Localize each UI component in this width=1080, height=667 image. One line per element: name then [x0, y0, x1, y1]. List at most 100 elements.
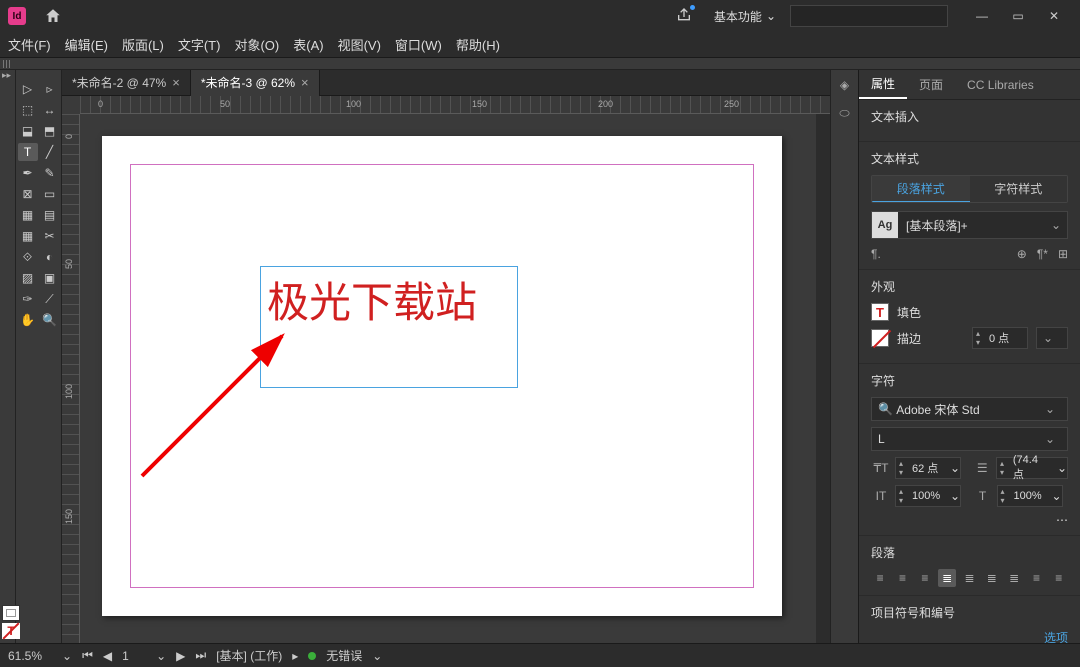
- stroke-swatch[interactable]: [871, 329, 889, 347]
- canvas[interactable]: 0 50 100 150 200 250 0 50 100 150 极光下载站: [62, 96, 830, 667]
- rectangle-frame-tool[interactable]: ⊠: [18, 185, 38, 203]
- menu-type[interactable]: 文字(T): [178, 35, 221, 54]
- links-icon[interactable]: ⬭: [839, 106, 849, 121]
- stroke-style-select[interactable]: ⌄: [1036, 327, 1068, 349]
- statusbar: ⌄ ⏮ ◀ ⌄ ▶ ⏭ [基本] (工作) ▸ 无错误 ⌄: [0, 643, 1080, 667]
- gradient-swatch-tool[interactable]: ◐: [40, 248, 60, 266]
- character-style-tab[interactable]: 字符样式: [970, 176, 1068, 202]
- menu-edit[interactable]: 编辑(E): [65, 35, 108, 54]
- prev-spread-icon[interactable]: ⏮: [82, 648, 93, 663]
- type-tool[interactable]: T: [18, 143, 38, 161]
- pilcrow-icon[interactable]: ¶.: [871, 247, 881, 261]
- rectangle-tool[interactable]: ▭: [40, 185, 60, 203]
- leading-input[interactable]: ▴▾(74.4 点⌄: [996, 457, 1068, 479]
- zoom-field[interactable]: ⌄: [8, 649, 72, 663]
- pencil-tool[interactable]: ✎: [40, 164, 60, 182]
- bullets-title: 项目符号和编号: [871, 604, 1068, 621]
- document-tab[interactable]: *未命名-2 @ 47%×: [62, 70, 191, 96]
- clear-override-icon[interactable]: ¶*: [1037, 247, 1048, 261]
- new-style-icon[interactable]: ⊕: [1017, 247, 1027, 261]
- justify-left-button[interactable]: ≣: [938, 569, 956, 587]
- vertical-ruler[interactable]: 0 50 100 150: [62, 114, 80, 667]
- menu-table[interactable]: 表(A): [293, 35, 323, 54]
- justify-all-button[interactable]: ≣: [1005, 569, 1023, 587]
- align-left-button[interactable]: ≡: [871, 569, 889, 587]
- align-toward-spine-button[interactable]: ≡: [1027, 569, 1045, 587]
- tab-cc-libraries[interactable]: CC Libraries: [955, 70, 1046, 99]
- tab-properties[interactable]: 属性: [859, 70, 907, 99]
- menu-object[interactable]: 对象(O): [234, 35, 279, 54]
- text-content[interactable]: 极光下载站: [261, 267, 517, 332]
- page-tool[interactable]: ⬚: [18, 101, 38, 119]
- content-collector-tool[interactable]: ⬓: [18, 122, 38, 140]
- add-style-icon[interactable]: ⊞: [1058, 247, 1068, 261]
- tab-pages[interactable]: 页面: [907, 70, 955, 99]
- content-placer-tool[interactable]: ⬒: [40, 122, 60, 140]
- errors-label[interactable]: 无错误: [326, 647, 362, 664]
- collapse-icon[interactable]: ▸▸: [2, 70, 11, 81]
- page-field[interactable]: ⌄: [122, 649, 166, 663]
- maximize-button[interactable]: ▭: [1000, 2, 1036, 30]
- next-spread-icon[interactable]: ⏭: [195, 648, 206, 663]
- fill-swatch[interactable]: T: [871, 303, 889, 321]
- gradient-feather-tool[interactable]: ▨: [18, 269, 38, 287]
- next-page-icon[interactable]: ▶: [176, 649, 185, 663]
- home-icon[interactable]: [44, 7, 62, 25]
- close-button[interactable]: ✕: [1036, 2, 1072, 30]
- eyedropper-tool[interactable]: ✑: [18, 290, 38, 308]
- align-center-button[interactable]: ≡: [893, 569, 911, 587]
- text-frame[interactable]: 极光下载站: [260, 266, 518, 388]
- horizontal-ruler[interactable]: 0 50 100 150 200 250: [80, 96, 830, 114]
- profile-label[interactable]: [基本] (工作): [216, 647, 282, 664]
- align-away-spine-button[interactable]: ≡: [1050, 569, 1068, 587]
- search-input[interactable]: [790, 5, 948, 27]
- formatting-text-swatch[interactable]: T: [2, 623, 20, 639]
- layers-icon[interactable]: ◈: [840, 78, 849, 92]
- menu-help[interactable]: 帮助(H): [456, 35, 500, 54]
- prev-page-icon[interactable]: ◀: [103, 649, 112, 663]
- font-family-select[interactable]: 🔍 Adobe 宋体 Std⌄: [871, 397, 1068, 421]
- zoom-tool[interactable]: 🔍: [40, 311, 60, 329]
- justify-right-button[interactable]: ≣: [983, 569, 1001, 587]
- table-tool[interactable]: ▦: [18, 227, 38, 245]
- menu-view[interactable]: 视图(V): [338, 35, 381, 54]
- font-size-icon: ₸T: [871, 461, 891, 475]
- menu-file[interactable]: 文件(F): [8, 35, 51, 54]
- close-icon[interactable]: ×: [301, 75, 309, 90]
- gap-tool[interactable]: ↔: [40, 101, 60, 119]
- note-tool[interactable]: ▣: [40, 269, 60, 287]
- stroke-weight-input[interactable]: ▴▾ 0 点: [972, 327, 1028, 349]
- free-transform-tool[interactable]: ⟐: [18, 248, 38, 266]
- selection-tool[interactable]: ▷: [18, 80, 38, 98]
- grid2-tool[interactable]: ▤: [40, 206, 60, 224]
- type-path-tool[interactable]: ╱: [40, 143, 60, 161]
- direct-selection-tool[interactable]: ▹: [40, 80, 60, 98]
- chevron-down-icon: ⌄: [766, 9, 776, 23]
- panel-rail: ◈ ⬭: [830, 70, 858, 667]
- paragraph-style-select[interactable]: Ag [基本段落]+ ⌄: [871, 211, 1068, 239]
- vscale-input[interactable]: ▴▾100%⌄: [895, 485, 961, 507]
- document-tab[interactable]: *未命名-3 @ 62%×: [191, 70, 320, 96]
- text-style-title: 文本样式: [871, 150, 1068, 167]
- menu-layout[interactable]: 版面(L): [122, 35, 164, 54]
- font-style-select[interactable]: L⌄: [871, 427, 1068, 451]
- grid-tool[interactable]: ▦: [18, 206, 38, 224]
- vertical-scrollbar[interactable]: [816, 114, 830, 667]
- scissors-tool[interactable]: ✂: [40, 227, 60, 245]
- share-icon[interactable]: [676, 7, 692, 26]
- minimize-button[interactable]: —: [964, 2, 1000, 30]
- more-options-icon[interactable]: ⋯: [1056, 513, 1068, 527]
- workspace-switcher[interactable]: 基本功能 ⌄: [706, 8, 784, 25]
- fill-stroke-swatch[interactable]: [2, 605, 20, 621]
- hand-tool[interactable]: ✋: [18, 311, 38, 329]
- close-icon[interactable]: ×: [172, 75, 180, 90]
- justify-center-button[interactable]: ≣: [960, 569, 978, 587]
- font-size-input[interactable]: ▴▾62 点⌄: [895, 457, 961, 479]
- menu-window[interactable]: 窗口(W): [395, 35, 442, 54]
- measure-tool[interactable]: ⟋: [40, 290, 60, 308]
- align-right-button[interactable]: ≡: [916, 569, 934, 587]
- page[interactable]: 极光下载站: [102, 136, 782, 616]
- hscale-input[interactable]: ▴▾100%⌄: [997, 485, 1063, 507]
- pen-tool[interactable]: ✒: [18, 164, 38, 182]
- paragraph-style-tab[interactable]: 段落样式: [872, 176, 970, 202]
